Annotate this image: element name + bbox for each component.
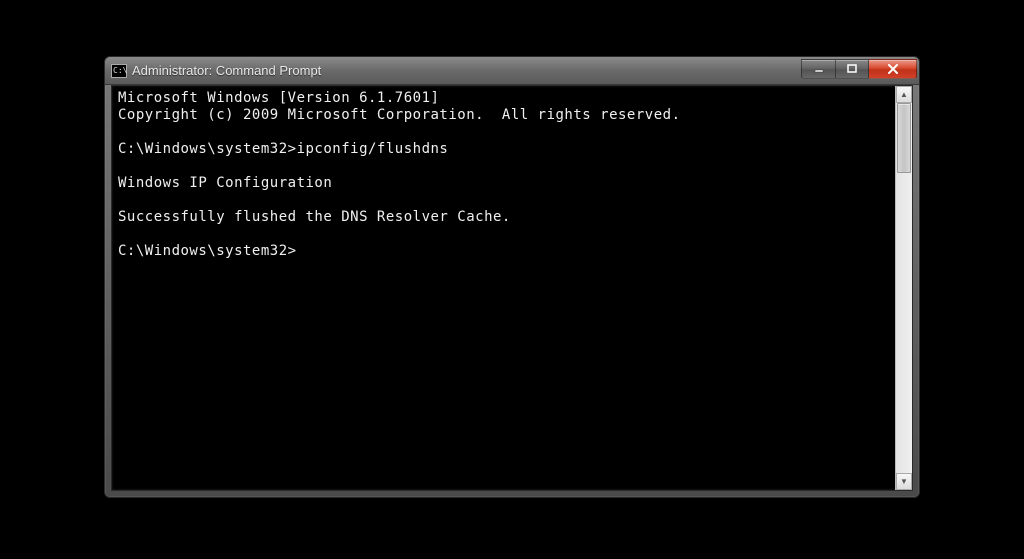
- terminal-line: C:\Windows\system32>: [118, 243, 889, 260]
- maximize-button[interactable]: [835, 59, 869, 79]
- terminal-output[interactable]: Microsoft Windows [Version 6.1.7601]Copy…: [112, 86, 895, 490]
- command-prompt-window: C:\ Administrator: Command Prompt Micros…: [104, 56, 920, 498]
- scroll-thumb[interactable]: [897, 103, 911, 173]
- titlebar[interactable]: C:\ Administrator: Command Prompt: [105, 57, 919, 85]
- scroll-up-button[interactable]: ▲: [896, 86, 912, 103]
- terminal-line: Successfully flushed the DNS Resolver Ca…: [118, 209, 889, 226]
- close-button[interactable]: [869, 59, 917, 79]
- client-area: Microsoft Windows [Version 6.1.7601]Copy…: [111, 85, 913, 491]
- vertical-scrollbar[interactable]: ▲ ▼: [895, 86, 912, 490]
- window-title: Administrator: Command Prompt: [132, 63, 801, 78]
- window-controls: [801, 59, 917, 79]
- scroll-track[interactable]: [896, 103, 912, 473]
- terminal-line: C:\Windows\system32>ipconfig/flushdns: [118, 141, 889, 158]
- terminal-line: Copyright (c) 2009 Microsoft Corporation…: [118, 107, 889, 124]
- terminal-line: [118, 124, 889, 141]
- minimize-button[interactable]: [801, 59, 835, 79]
- terminal-line: Microsoft Windows [Version 6.1.7601]: [118, 90, 889, 107]
- cmd-icon: C:\: [111, 64, 127, 78]
- terminal-line: [118, 158, 889, 175]
- terminal-line: Windows IP Configuration: [118, 175, 889, 192]
- scroll-down-button[interactable]: ▼: [896, 473, 912, 490]
- terminal-line: [118, 226, 889, 243]
- terminal-line: [118, 192, 889, 209]
